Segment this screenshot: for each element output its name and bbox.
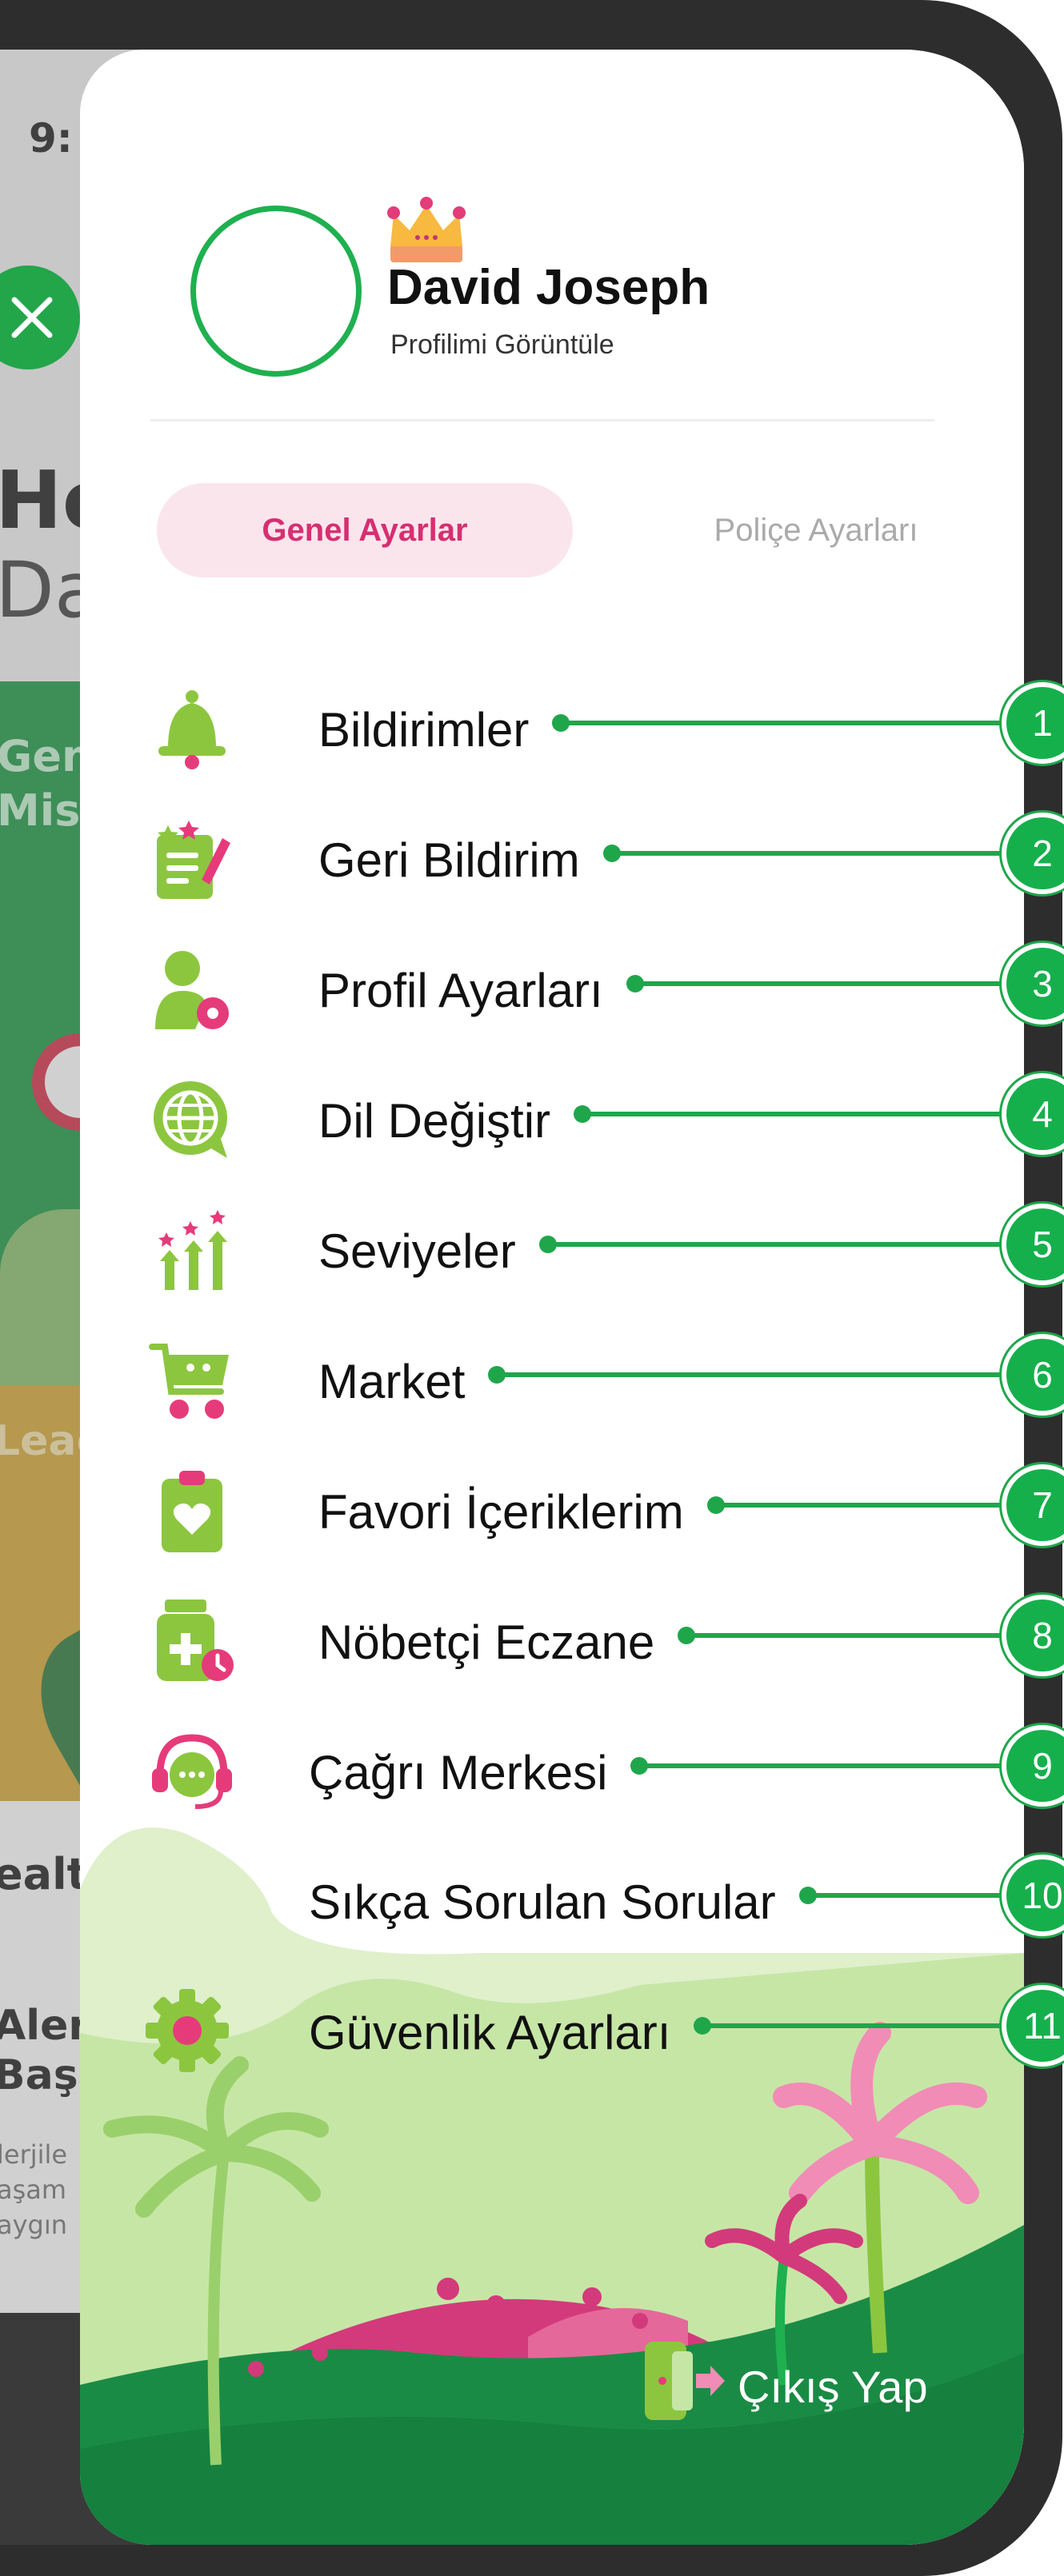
profile-name: David Joseph xyxy=(387,260,710,315)
menu-item-notifications[interactable]: Bildirimler xyxy=(144,680,944,776)
logout-button[interactable]: Çıkış Yap xyxy=(640,2337,944,2433)
callout-line xyxy=(807,1893,1002,1898)
favorite-clipboard-icon xyxy=(162,1471,222,1552)
callout-line xyxy=(611,851,1002,856)
callout-dot xyxy=(574,1105,592,1123)
callout-dot xyxy=(626,975,644,992)
menu-label: Dil Değiştir xyxy=(318,1094,551,1148)
callout-line xyxy=(634,981,1002,986)
menu-label: Market xyxy=(318,1355,466,1408)
feedback-icon xyxy=(157,821,230,899)
gear-icon xyxy=(146,1989,229,2072)
logout-icon xyxy=(645,2342,725,2420)
callout-line xyxy=(702,2023,1002,2028)
crown-icon xyxy=(387,197,466,262)
menu-label: Profil Ayarları xyxy=(318,964,603,1017)
menu-label: Seviyeler xyxy=(318,1224,516,1278)
menu-label: Bildirimler xyxy=(318,703,530,757)
callout-line xyxy=(686,1633,1002,1638)
menu-item-language[interactable]: Dil Değiştir xyxy=(144,1071,944,1167)
menu-item-pharmacy[interactable]: Nöbetçi Eczane xyxy=(144,1592,944,1688)
tab-policy-settings[interactable]: Poliçe Ayarları xyxy=(608,483,1024,577)
callout-dot xyxy=(798,1887,817,1904)
phone-screen: 9: He Da Gen Miss Leac ealt Alerj Başa l… xyxy=(0,50,1024,2545)
avatar[interactable] xyxy=(190,206,362,377)
tab-general-settings[interactable]: Genel Ayarlar xyxy=(157,483,573,577)
menu-label: Favori İçeriklerim xyxy=(318,1485,684,1539)
close-icon xyxy=(11,297,53,338)
callout-dot xyxy=(602,845,621,862)
callout-dot xyxy=(538,1236,557,1253)
profile-settings-icon xyxy=(155,951,229,1029)
divider xyxy=(150,419,934,421)
menu-item-security[interactable]: Güvenlik Ayarları xyxy=(144,1983,944,2079)
menu-item-market[interactable]: Market xyxy=(144,1332,944,1428)
bell-icon xyxy=(158,690,226,769)
callout-line xyxy=(715,1503,1002,1508)
menu-label: Güvenlik Ayarları xyxy=(309,2006,671,2059)
cart-icon xyxy=(149,1344,229,1419)
menu-label: Nöbetçi Eczane xyxy=(318,1615,655,1669)
levels-icon xyxy=(158,1210,227,1290)
menu-item-profile-settings[interactable]: Profil Ayarları xyxy=(144,941,944,1036)
callout-line xyxy=(497,1372,1002,1377)
logout-label: Çıkış Yap xyxy=(738,2362,928,2412)
callout-line xyxy=(547,1242,1002,1247)
callout-line xyxy=(639,1763,1002,1768)
callout-line xyxy=(582,1112,1002,1116)
callout-dot xyxy=(706,1496,725,1514)
pharmacy-icon xyxy=(157,1600,234,1681)
side-drawer: David Joseph Profilimi Görüntüle Genel A… xyxy=(80,50,1024,2545)
menu-item-feedback[interactable]: Geri Bildirim xyxy=(144,810,944,906)
globe-icon xyxy=(154,1081,227,1158)
menu-item-favorites[interactable]: Favori İçeriklerim xyxy=(144,1462,944,1558)
menu-label: Geri Bildirim xyxy=(318,833,580,887)
view-profile-link[interactable]: Profilimi Görüntüle xyxy=(390,329,614,361)
callout-line xyxy=(561,721,1002,725)
